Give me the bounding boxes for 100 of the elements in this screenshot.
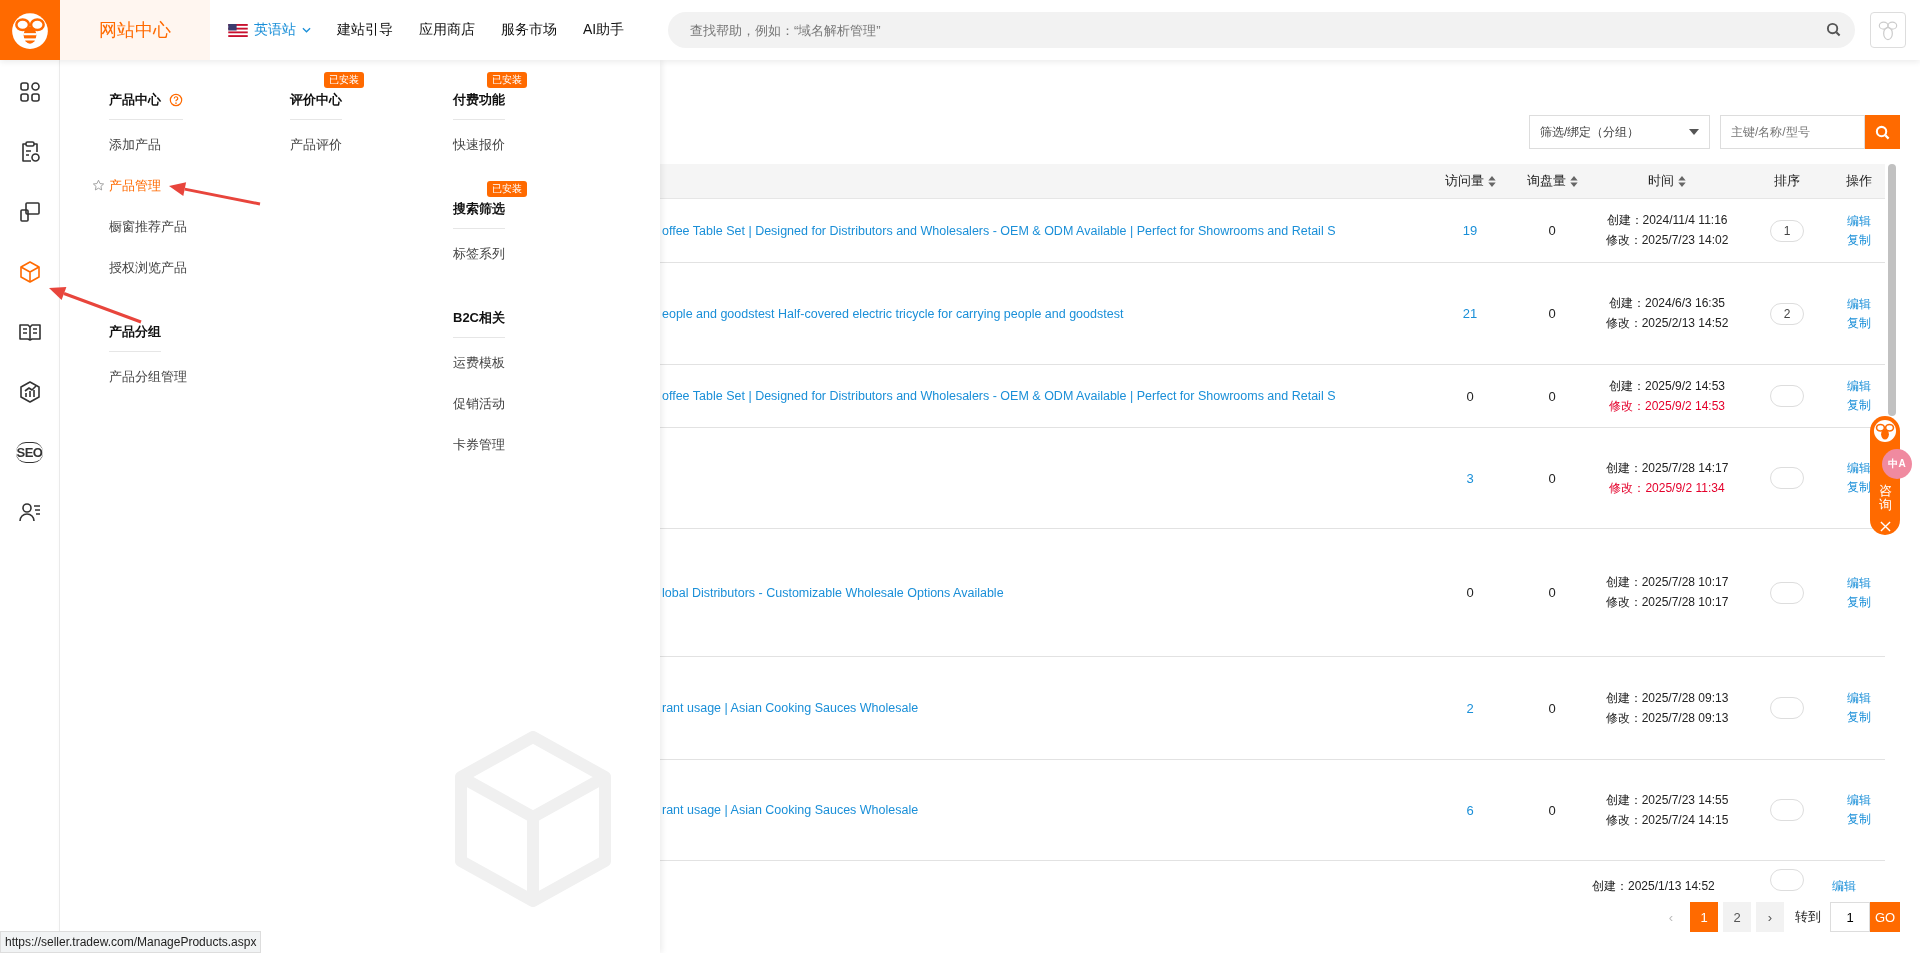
page-number-field[interactable]: 1 (1830, 902, 1870, 932)
nav-link[interactable]: 服务市场 (501, 21, 557, 39)
visits-count[interactable]: 19 (1462, 223, 1478, 238)
inquiries-count: 0 (1548, 470, 1556, 486)
users-icon[interactable] (17, 500, 42, 524)
inquiries-count: 0 (1548, 388, 1556, 404)
menu-item[interactable]: 标签系列 (453, 237, 505, 278)
action-link[interactable]: 编辑 (1846, 574, 1871, 592)
modified-time: 修改：2025/7/28 10:17 (1605, 594, 1729, 611)
avatar-button[interactable] (1870, 12, 1906, 48)
product-title-link[interactable]: eople and goodstest Half-covered electric tricycle for carrying people and goodstest (662, 306, 1124, 321)
visits-count[interactable]: 6 (1466, 802, 1474, 818)
group-select[interactable]: 筛选/绑定（分组） (1529, 115, 1710, 149)
help-icon[interactable] (169, 93, 183, 107)
menu-item[interactable]: 产品评价 (290, 128, 453, 169)
action-link[interactable]: 编辑 (1846, 212, 1871, 230)
help-search-field[interactable]: 查找帮助，例如：“域名解析管理” (668, 12, 1855, 48)
action-link[interactable]: 复制 (1846, 593, 1871, 611)
modified-time: 修改：2025/7/24 14:15 (1605, 811, 1729, 829)
site-title[interactable]: 网站中心 (60, 0, 210, 60)
menu-item[interactable]: 促销活动 (453, 387, 505, 428)
menu-item[interactable]: 添加产品 (109, 128, 290, 169)
status-bar-url: https://seller.tradew.com/ManageProducts.aspx (0, 931, 262, 953)
product-title-link[interactable]: rant usage | Asian Cooking Sauces Wholesale (662, 803, 919, 817)
nav-link[interactable]: AI助手 (583, 21, 625, 39)
inquiries-count: 0 (1548, 700, 1556, 716)
action-link[interactable]: 编辑 (1846, 792, 1871, 809)
grid-icon[interactable] (17, 80, 42, 104)
column-header[interactable]: 时间 (1592, 164, 1742, 198)
menu-item[interactable]: 授权浏览产品 (109, 251, 290, 292)
installed-badge: 已安装 (324, 72, 364, 88)
action-link[interactable]: 编辑 (1846, 690, 1871, 707)
product-title-link[interactable]: offee Table Set | Designed for Distributors and Wholesalers - OEM & ODM Available | Perfect for Showrooms and Retail S (662, 223, 1336, 238)
inquiries-count: 0 (1548, 306, 1556, 321)
action-link[interactable]: 复制 (1846, 314, 1871, 332)
keyword-field[interactable]: 主键/名称/型号 (1720, 115, 1865, 149)
modified-time: 修改：2025/2/13 14:52 (1605, 315, 1729, 332)
menu-item[interactable]: 快速报价 (453, 128, 505, 169)
nav-link[interactable]: 建站引导 (337, 21, 393, 39)
nav-link[interactable]: 应用商店 (419, 21, 475, 39)
sort-icon (1487, 175, 1496, 187)
page-button[interactable]: 1 (1690, 902, 1718, 932)
menu-item[interactable]: 卡券管理 (453, 428, 505, 469)
close-icon (1879, 520, 1891, 532)
column-header[interactable]: 询盘量 (1512, 164, 1592, 198)
caret-icon (302, 27, 311, 33)
visits-count[interactable]: 2 (1466, 700, 1474, 716)
modified-time: 修改：2025/9/2 11:34 (1609, 479, 1725, 497)
column-header: 操作 (1844, 172, 1873, 190)
product-title-link[interactable]: offee Table Set | Designed for Distributors and Wholesalers - OEM & ODM Available | Perfect for Showrooms and Retail S (662, 389, 1336, 403)
dropdown-icon (1689, 129, 1699, 135)
action-link[interactable]: 编辑 (1846, 295, 1871, 313)
action-link[interactable]: 复制 (1846, 811, 1871, 828)
sort-icon (1569, 175, 1578, 187)
product-title-link[interactable]: lobal Distributors - Customizable Wholesale Options Available (662, 585, 1004, 600)
sort-icon (1678, 175, 1686, 187)
visits-count[interactable]: 3 (1466, 470, 1474, 486)
modified-time: 修改：2025/9/2 14:53 (1608, 397, 1726, 415)
action-link[interactable]: 编辑 (1832, 877, 1856, 895)
chart-icon[interactable] (17, 380, 42, 404)
page-button[interactable]: 2 (1723, 902, 1751, 932)
product-title-link[interactable]: rant usage | Asian Cooking Sauces Wholesale (662, 701, 919, 715)
action-link[interactable]: 复制 (1846, 479, 1871, 496)
scrollbar-thumb[interactable] (1887, 164, 1896, 416)
cube-icon[interactable] (17, 260, 42, 284)
action-link[interactable]: 编辑 (1846, 460, 1871, 477)
modified-time: 修改：2025/7/28 09:13 (1605, 709, 1729, 727)
created-time: 创建：2025/1/13 14:52 (1592, 877, 1715, 895)
search-icon[interactable] (1826, 22, 1841, 37)
search-button[interactable] (1865, 115, 1900, 149)
menu-item[interactable]: 产品分组管理 (109, 360, 290, 401)
action-link[interactable]: 复制 (1846, 709, 1871, 726)
inquiries-count: 0 (1548, 802, 1556, 818)
go-button[interactable]: GO (1870, 902, 1900, 932)
created-time: 创建：2024/6/3 16:35 (1608, 295, 1726, 312)
action-link[interactable]: 复制 (1846, 397, 1871, 414)
inquiries-count: 0 (1548, 223, 1556, 238)
next-page-button[interactable]: › (1756, 902, 1784, 932)
action-link[interactable]: 复制 (1846, 231, 1871, 249)
logo[interactable] (0, 0, 60, 60)
visits-count[interactable]: 21 (1462, 306, 1478, 321)
menu-item[interactable]: 运费模板 (453, 346, 505, 387)
installed-badge: 已安装 (487, 181, 527, 197)
inquiries-count: 0 (1548, 585, 1556, 600)
bee-icon (1872, 418, 1898, 444)
visits-count: 0 (1466, 585, 1474, 600)
menu-item[interactable]: 产品管理 (109, 169, 290, 210)
translate-button[interactable]: 中A (1882, 449, 1912, 479)
devices-icon[interactable] (17, 200, 42, 224)
goto-label: 转到 (1795, 908, 1821, 926)
menu-group-title: B2C相关 (453, 309, 505, 327)
menu-group-title: 搜索筛选 (453, 200, 505, 218)
modified-time: 修改：2025/7/23 14:02 (1605, 232, 1729, 249)
menu-group-title: 产品分组 (109, 323, 161, 341)
action-link[interactable]: 编辑 (1846, 378, 1871, 395)
language-switch[interactable]: 英语站 (228, 21, 311, 39)
star-icon[interactable] (92, 179, 105, 192)
column-header[interactable]: 访问量 (1428, 164, 1512, 198)
menu-item[interactable]: 橱窗推荐产品 (109, 210, 290, 251)
created-time: 创建：2025/7/28 14:17 (1605, 459, 1729, 477)
